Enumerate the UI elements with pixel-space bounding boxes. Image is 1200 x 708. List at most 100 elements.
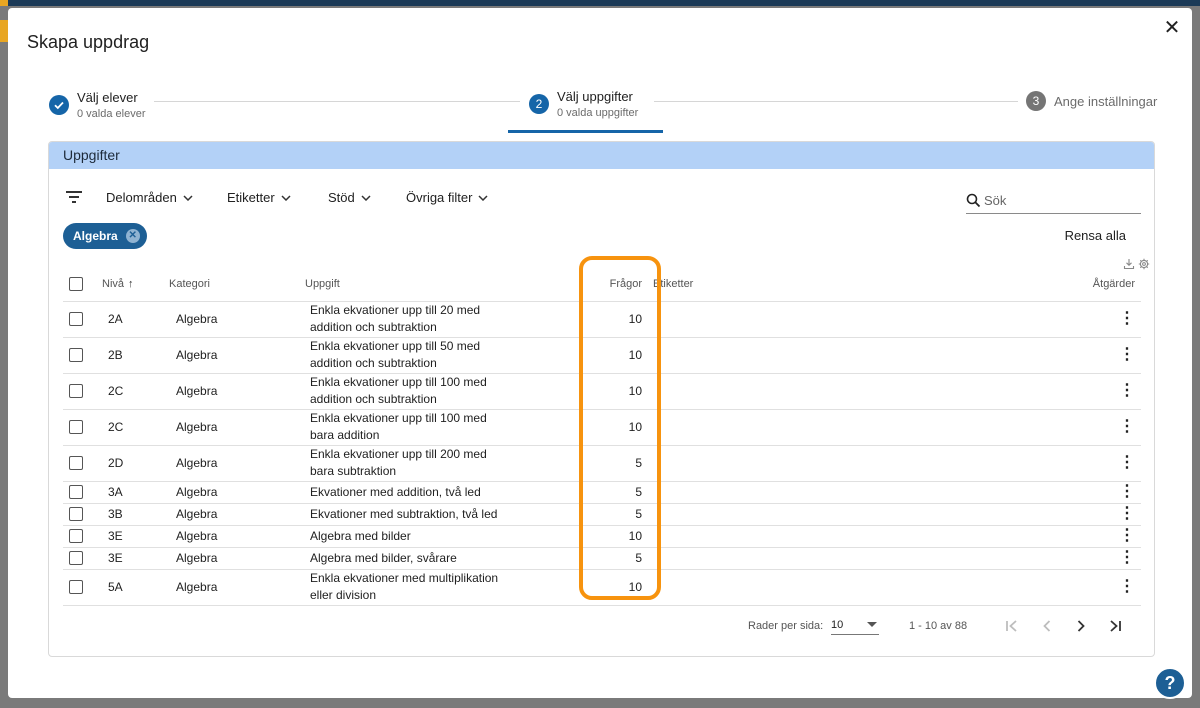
more-vertical-icon[interactable]: ⋮ [1119,506,1135,522]
card-title: Uppgifter [49,142,1154,169]
more-vertical-icon[interactable]: ⋮ [1119,484,1135,500]
close-icon[interactable]: ✕ [1158,14,1186,42]
more-vertical-icon[interactable]: ⋮ [1119,419,1135,435]
search-input[interactable] [984,193,1134,208]
first-page-icon[interactable] [1001,615,1023,637]
row-checkbox[interactable] [69,348,83,363]
cell-category: Algebra [169,337,305,374]
filter-support[interactable]: Stöd [328,190,371,205]
chevron-down-icon [361,194,371,201]
chevron-down-icon [478,194,488,201]
cell-level: 2C [100,373,169,410]
column-header-level[interactable]: Nivå ↑ [100,268,169,302]
more-vertical-icon[interactable]: ⋮ [1119,311,1135,327]
cell-task: Enkla ekvationer upp till 50 med addition… [305,337,586,374]
table-row[interactable]: 3E Algebra Algebra med bilder, svårare 5… [63,547,1141,570]
task-line: addition och subtraktion [310,356,437,370]
row-checkbox[interactable] [69,551,83,566]
select-all-checkbox[interactable] [69,277,83,292]
cell-tags [645,337,1093,374]
column-header-actions: Åtgärder [1092,268,1141,302]
app-top-bar [0,0,1200,6]
filter-tags[interactable]: Etiketter [227,190,291,205]
help-icon[interactable]: ? [1154,667,1186,699]
row-checkbox[interactable] [69,384,83,399]
cell-task: Enkla ekvationer upp till 100 med bara ad… [305,409,586,446]
more-vertical-icon[interactable]: ⋮ [1119,528,1135,544]
more-vertical-icon[interactable]: ⋮ [1119,347,1135,363]
row-checkbox[interactable] [69,312,83,327]
task-line: addition och subtraktion [310,320,437,334]
table-row[interactable]: 2D Algebra Enkla ekvationer upp till 200… [63,445,1141,482]
cell-level: 2C [100,409,169,446]
row-checkbox[interactable] [69,580,83,595]
cell-tags [645,409,1093,446]
row-checkbox[interactable] [69,507,83,522]
sort-ascending-icon[interactable]: ↑ [128,278,134,290]
search-field[interactable] [966,188,1141,214]
active-filter-chip[interactable]: Algebra ✕ [63,223,147,249]
row-checkbox[interactable] [69,485,83,500]
cell-task: Enkla ekvationer upp till 100 med additio… [305,373,586,410]
more-vertical-icon[interactable]: ⋮ [1119,383,1135,399]
row-checkbox[interactable] [69,420,83,435]
cell-category: Algebra [169,503,305,526]
cell-tags [645,373,1093,410]
dropdown-arrow-icon [867,622,877,627]
step-select-students[interactable]: Välj elever 0 valda elever [49,90,146,120]
more-vertical-icon[interactable]: ⋮ [1119,455,1135,471]
table-header-row: Nivå ↑ Kategori Uppgift Frågor Etiketter … [63,268,1141,302]
table-row[interactable]: 2C Algebra Enkla ekvationer upp till 100… [63,373,1141,410]
filter-other[interactable]: Övriga filter [406,190,488,205]
next-page-icon[interactable] [1070,615,1092,637]
cell-tags [645,503,1093,526]
chip-label: Algebra [73,229,118,243]
last-page-icon[interactable] [1104,615,1126,637]
remove-chip-icon[interactable]: ✕ [125,229,140,243]
cell-tags [645,525,1093,548]
tasks-card: Uppgifter Delområden Etiketter Stöd Övri… [48,141,1155,657]
step-settings[interactable]: 3 Ange inställningar [1026,91,1157,111]
table-row[interactable]: 2A Algebra Enkla ekvationer upp till 20 … [63,301,1141,338]
table-row[interactable]: 3B Algebra Ekvationer med subtraktion, t… [63,503,1141,526]
pagination-bar: Rader per sida: 10 1 - 10 av 88 [49,610,1154,640]
chevron-down-icon [281,194,291,201]
task-line: Enkla ekvationer upp till 200 med [310,447,487,461]
task-line: bara addition [310,428,380,442]
cell-questions: 10 [586,569,645,606]
table-row[interactable]: 5A Algebra Enkla ekvationer med multipli… [63,569,1141,606]
rows-per-page-value: 10 [831,618,844,631]
cell-questions: 5 [586,445,645,482]
cell-questions: 10 [586,409,645,446]
clear-all-button[interactable]: Rensa alla [1065,228,1126,243]
rows-per-page-select[interactable]: 10 [831,615,879,635]
pagination-range: 1 - 10 av 88 [909,620,968,632]
task-line: Enkla ekvationer upp till 100 med [310,375,487,389]
filter-subareas[interactable]: Delområden [106,190,193,205]
more-vertical-icon[interactable]: ⋮ [1119,550,1135,566]
row-checkbox[interactable] [69,529,83,544]
cell-tags [645,481,1093,504]
table-row[interactable]: 2C Algebra Enkla ekvationer upp till 100… [63,409,1141,446]
modal-title: Skapa uppdrag [27,32,150,52]
filter-list-icon[interactable] [65,190,83,204]
app-side-strip [0,20,8,42]
cell-tags [645,547,1093,570]
step-select-tasks[interactable]: 2 Välj uppgifter 0 valda uppgifter [529,89,638,119]
table-row[interactable]: 3A Algebra Ekvationer med addition, två … [63,481,1141,504]
cell-category: Algebra [169,525,305,548]
more-vertical-icon[interactable]: ⋮ [1119,579,1135,595]
table-row[interactable]: 3E Algebra Algebra med bilder 10 ⋮ [63,525,1141,548]
previous-page-icon[interactable] [1036,615,1058,637]
row-checkbox[interactable] [69,456,83,471]
column-header-tags: Etiketter [645,268,1093,302]
search-icon [966,193,981,208]
cell-task: Ekvationer med subtraktion, två led [305,503,586,526]
step-sublabel: 0 valda elever [77,108,146,120]
cell-task: Enkla ekvationer upp till 200 med bara su… [305,445,586,482]
cell-task: Enkla ekvationer med multiplikation eller… [305,569,586,606]
table-row[interactable]: 2B Algebra Enkla ekvationer upp till 50 … [63,337,1141,374]
cell-tags [645,445,1093,482]
chevron-down-icon [183,194,193,201]
cell-category: Algebra [169,547,305,570]
